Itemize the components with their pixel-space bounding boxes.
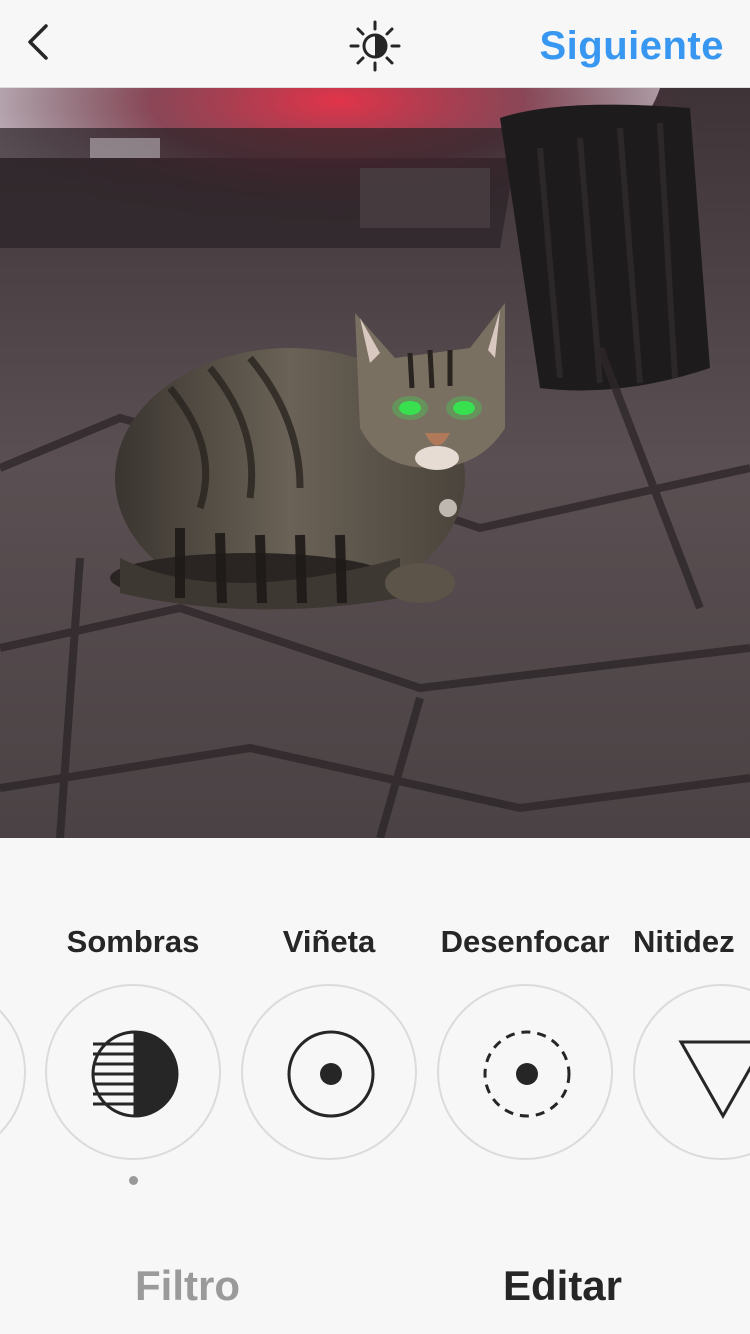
tool-sombras[interactable]: Sombras: [45, 838, 221, 1198]
lux-sun-icon: [349, 20, 401, 72]
tool-vineta[interactable]: Viñeta: [241, 838, 417, 1198]
lux-button[interactable]: [349, 20, 401, 72]
tool-partial[interactable]: [0, 838, 26, 1198]
tool-label-sombras: Sombras: [66, 924, 200, 959]
tool-desenfocar[interactable]: Desenfocar: [437, 838, 613, 1198]
tilt-shift-icon: [483, 1030, 571, 1118]
edit-tools-carousel[interactable]: Sombras Viñeta Desenfocar Nitidez: [0, 838, 750, 1238]
shadows-icon: [91, 1030, 179, 1118]
vineta-button[interactable]: [241, 984, 417, 1160]
tool-label-nitidez: Nitidez: [633, 924, 735, 959]
vignette-icon: [287, 1030, 375, 1118]
sombras-button[interactable]: [45, 984, 221, 1160]
desenfocar-button[interactable]: [437, 984, 613, 1160]
tab-filtro[interactable]: Filtro: [0, 1262, 375, 1322]
tab-editar[interactable]: Editar: [375, 1262, 750, 1322]
tool-nitidez[interactable]: Nitidez: [633, 838, 750, 1198]
tool-label-vineta: Viñeta: [282, 924, 376, 959]
tool-button[interactable]: [0, 984, 26, 1160]
top-bar: Siguiente: [0, 0, 750, 88]
back-button[interactable]: [18, 18, 62, 66]
tool-label-desenfocar: Desenfocar: [440, 924, 610, 959]
sharpen-icon: [678, 1040, 750, 1120]
next-button[interactable]: Siguiente: [539, 20, 724, 72]
nitidez-button[interactable]: [633, 984, 750, 1160]
cat-photo: [0, 88, 750, 838]
photo-preview: [0, 88, 750, 838]
partial-tool-icon: [0, 986, 28, 1162]
active-tool-indicator: [129, 1176, 138, 1185]
chevron-left-icon: [28, 24, 48, 60]
